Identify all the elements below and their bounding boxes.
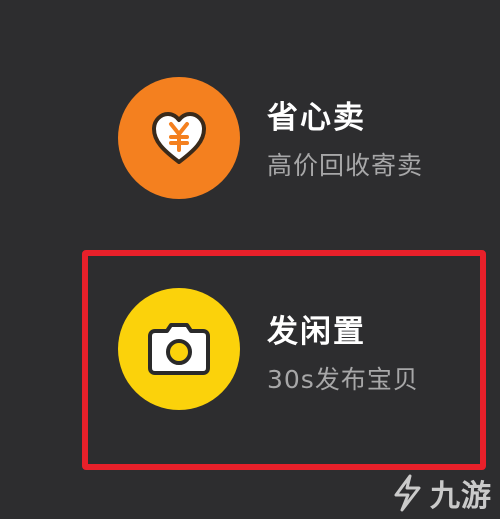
sell-title: 省心卖	[267, 100, 366, 136]
watermark: 九游	[388, 471, 492, 515]
watermark-text: 九游	[430, 479, 492, 514]
sell-subtitle: 高价回收寄卖	[267, 151, 424, 180]
highlight-box	[82, 250, 486, 470]
sell-icon-circle	[118, 77, 240, 199]
option-sell-worry-free[interactable]: 省心卖 高价回收寄卖	[0, 62, 500, 212]
heart-yen-icon	[152, 112, 206, 164]
watermark-logo-icon	[394, 474, 421, 512]
